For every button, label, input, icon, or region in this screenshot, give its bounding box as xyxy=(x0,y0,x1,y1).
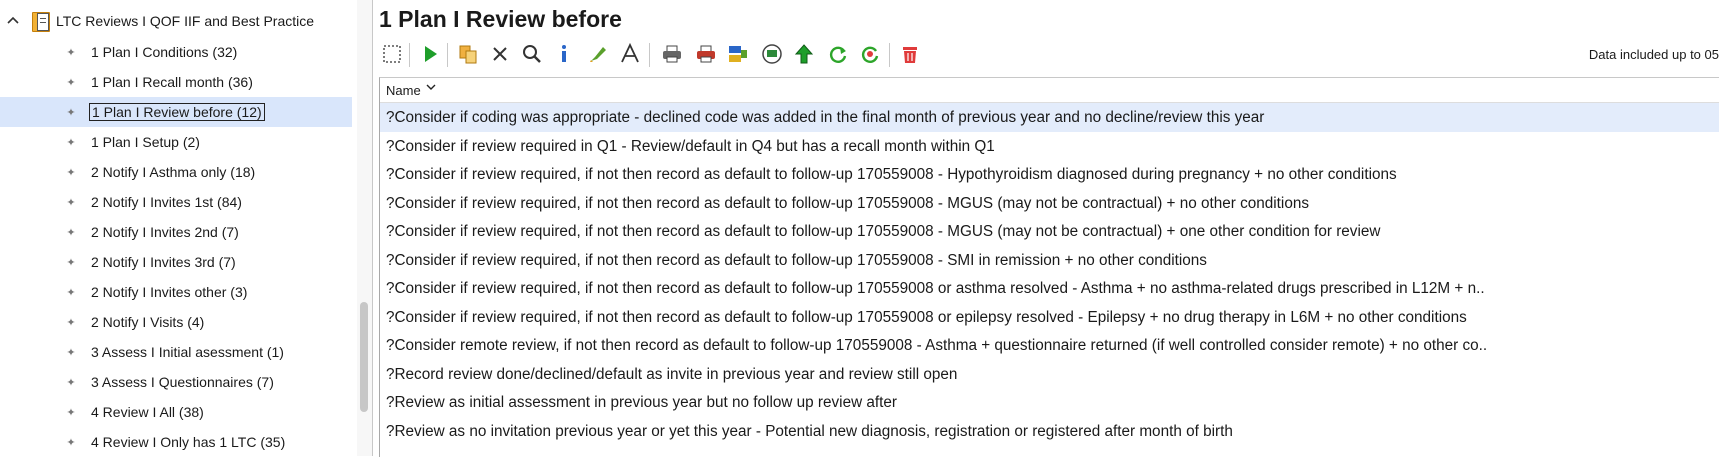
tree-item-label: 4 Review I Only has 1 LTC (35) xyxy=(91,434,286,450)
bullet-icon: ✦ xyxy=(66,77,76,89)
tree-item-label: 1 Plan I Review before (12) xyxy=(89,103,265,121)
bullet-icon: ✦ xyxy=(66,107,76,119)
table-row[interactable]: ?Consider if review required, if not the… xyxy=(380,274,1719,303)
table-row[interactable]: ?Consider if review required, if not the… xyxy=(380,246,1719,275)
print-icon[interactable] xyxy=(659,41,685,67)
tree-item[interactable]: ✦ 4 Review I All (38) xyxy=(0,397,352,427)
select-all-icon[interactable] xyxy=(379,41,405,67)
tree-scrollbar[interactable] xyxy=(357,0,372,456)
patient-list-icon[interactable] xyxy=(759,41,785,67)
search-icon[interactable] xyxy=(519,41,545,67)
tree-item-label: 1 Plan I Conditions (32) xyxy=(91,44,238,60)
highlight-icon[interactable] xyxy=(585,41,611,67)
bullet-icon: ✦ xyxy=(66,317,76,329)
tree-item[interactable]: ✦ 3 Assess I Initial asessment (1) xyxy=(0,337,352,367)
tree-item[interactable]: ✦ 1 Plan I Conditions (32) xyxy=(0,37,352,67)
tree-item[interactable]: ✦ 1 Plan I Recall month (36) xyxy=(0,67,352,97)
bullet-icon: ✦ xyxy=(66,197,76,209)
bullet-icon: ✦ xyxy=(66,377,76,389)
sync-icon[interactable] xyxy=(857,41,883,67)
tree-item-label: 1 Plan I Recall month (36) xyxy=(91,74,253,90)
run-icon[interactable] xyxy=(417,41,443,67)
table-cell-name: ?Consider if coding was appropriate - de… xyxy=(386,109,1265,126)
tree-item-label: 4 Review I All (38) xyxy=(91,404,204,420)
copy-report-icon[interactable] xyxy=(455,41,481,67)
table-row[interactable]: ?Consider remote review, if not then rec… xyxy=(380,331,1719,360)
table-header[interactable]: Name xyxy=(380,78,1719,103)
tree-item[interactable]: ✦ 4 Review I Only has 1 LTC (35) xyxy=(0,427,352,456)
tree-item[interactable]: ✦ 2 Notify I Invites 1st (84) xyxy=(0,187,352,217)
bullet-icon: ✦ xyxy=(66,257,76,269)
export-icon[interactable] xyxy=(725,41,751,67)
tree-item[interactable]: ✦ 2 Notify I Visits (4) xyxy=(0,307,352,337)
tree-root-label: LTC Reviews I QOF IIF and Best Practice xyxy=(56,13,315,29)
table-cell-name: ?Consider if review required, if not the… xyxy=(386,223,1381,240)
tree-item[interactable]: ✦ 2 Notify I Invites 2nd (7) xyxy=(0,217,352,247)
tree-item-label: 2 Notify I Invites other (3) xyxy=(91,284,248,300)
table-row[interactable]: ?Record review done/declined/default as … xyxy=(380,360,1719,389)
table-cell-name: ?Consider if review required, if not the… xyxy=(386,194,1309,212)
table-row[interactable]: ?Consider if review required, if not the… xyxy=(380,160,1719,189)
toolbar: Data included up to 05 xyxy=(379,39,1719,69)
tree-item-label: 2 Notify I Invites 2nd (7) xyxy=(91,224,239,240)
column-header-name[interactable]: Name xyxy=(386,83,421,98)
arrow-up-icon[interactable] xyxy=(791,41,817,67)
table-cell-name: ?Consider if review required in Q1 - Rev… xyxy=(386,137,995,155)
tree-item-label: 2 Notify I Invites 1st (84) xyxy=(91,194,242,210)
chevron-down-icon[interactable] xyxy=(426,82,436,94)
tree-list: ✦ 1 Plan I Conditions (32) ✦ 1 Plan I Recal… xyxy=(0,37,352,456)
bullet-icon: ✦ xyxy=(66,347,76,359)
tree-item[interactable]: ✦ 3 Assess I Questionnaires (7) xyxy=(0,367,352,397)
data-included-label: Data included up to 05 xyxy=(1588,47,1719,62)
font-icon[interactable] xyxy=(617,41,643,67)
results-table: Name ?Consider if coding was appropriate… xyxy=(379,77,1719,457)
table-cell-name: ?Review as initial assessment in previou… xyxy=(386,394,897,411)
bullet-icon: ✦ xyxy=(66,407,76,419)
tree-root[interactable]: LTC Reviews I QOF IIF and Best Practice xyxy=(0,10,372,32)
tree-item-label: 3 Assess I Questionnaires (7) xyxy=(91,374,274,390)
tree-item-label: 2 Notify I Asthma only (18) xyxy=(91,164,256,180)
page-title: 1 Plan I Review before xyxy=(379,6,622,32)
bullet-icon: ✦ xyxy=(66,167,76,179)
bullet-icon: ✦ xyxy=(66,137,76,149)
table-row[interactable]: ?Consider if review required, if not the… xyxy=(380,217,1719,246)
tree-item-label: 3 Assess I Initial asessment (1) xyxy=(91,344,284,360)
table-row[interactable]: ?Consider if review required in Q1 - Rev… xyxy=(380,132,1719,161)
table-body: ?Consider if coding was appropriate - de… xyxy=(380,103,1719,445)
report-folder-icon xyxy=(32,11,50,32)
table-cell-name: ?Consider if review required, if not the… xyxy=(386,166,1397,183)
info-icon[interactable] xyxy=(551,41,577,67)
tree-item[interactable]: ✦ 1 Plan I Review before (12) xyxy=(0,97,352,127)
tree-item[interactable]: ✦ 2 Notify I Asthma only (18) xyxy=(0,157,352,187)
table-row[interactable]: ?Consider if coding was appropriate - de… xyxy=(380,103,1719,132)
close-icon[interactable] xyxy=(487,41,513,67)
scrollbar-thumb[interactable] xyxy=(360,302,368,412)
table-cell-name: ?Record review done/declined/default as … xyxy=(386,365,958,383)
table-cell-name: ?Consider if review required, if not the… xyxy=(386,251,1207,269)
refresh-icon[interactable] xyxy=(825,41,851,67)
bullet-icon: ✦ xyxy=(66,227,76,239)
table-row[interactable]: ?Review as no invitation previous year o… xyxy=(380,417,1719,446)
bullet-icon: ✦ xyxy=(66,47,76,59)
tree-item-label: 2 Notify I Visits (4) xyxy=(91,314,205,330)
tree-item-label: 2 Notify I Invites 3rd (7) xyxy=(91,254,236,270)
bullet-icon: ✦ xyxy=(66,287,76,299)
table-row[interactable]: ?Consider if review required, if not the… xyxy=(380,303,1719,332)
tree-item[interactable]: ✦ 2 Notify I Invites other (3) xyxy=(0,277,352,307)
table-row[interactable]: ?Review as initial assessment in previou… xyxy=(380,388,1719,417)
print-red-icon[interactable] xyxy=(693,41,719,67)
table-row[interactable]: ?Consider if review required, if not the… xyxy=(380,189,1719,218)
tree-item[interactable]: ✦ 1 Plan I Setup (2) xyxy=(0,127,352,157)
table-cell-name: ?Review as no invitation previous year o… xyxy=(386,422,1233,440)
report-tree-panel: LTC Reviews I QOF IIF and Best Practice … xyxy=(0,0,373,456)
bullet-icon: ✦ xyxy=(66,437,76,449)
table-cell-name: ?Consider if review required, if not the… xyxy=(386,308,1467,326)
delete-icon[interactable] xyxy=(897,41,923,67)
tree-item[interactable]: ✦ 2 Notify I Invites 3rd (7) xyxy=(0,247,352,277)
chevron-up-icon[interactable] xyxy=(6,14,24,28)
report-detail-panel: 1 Plan I Review before Data included up … xyxy=(373,0,1719,457)
tree-item-label: 1 Plan I Setup (2) xyxy=(91,134,200,150)
table-cell-name: ?Consider remote review, if not then rec… xyxy=(386,337,1488,354)
table-cell-name: ?Consider if review required, if not the… xyxy=(386,280,1485,297)
